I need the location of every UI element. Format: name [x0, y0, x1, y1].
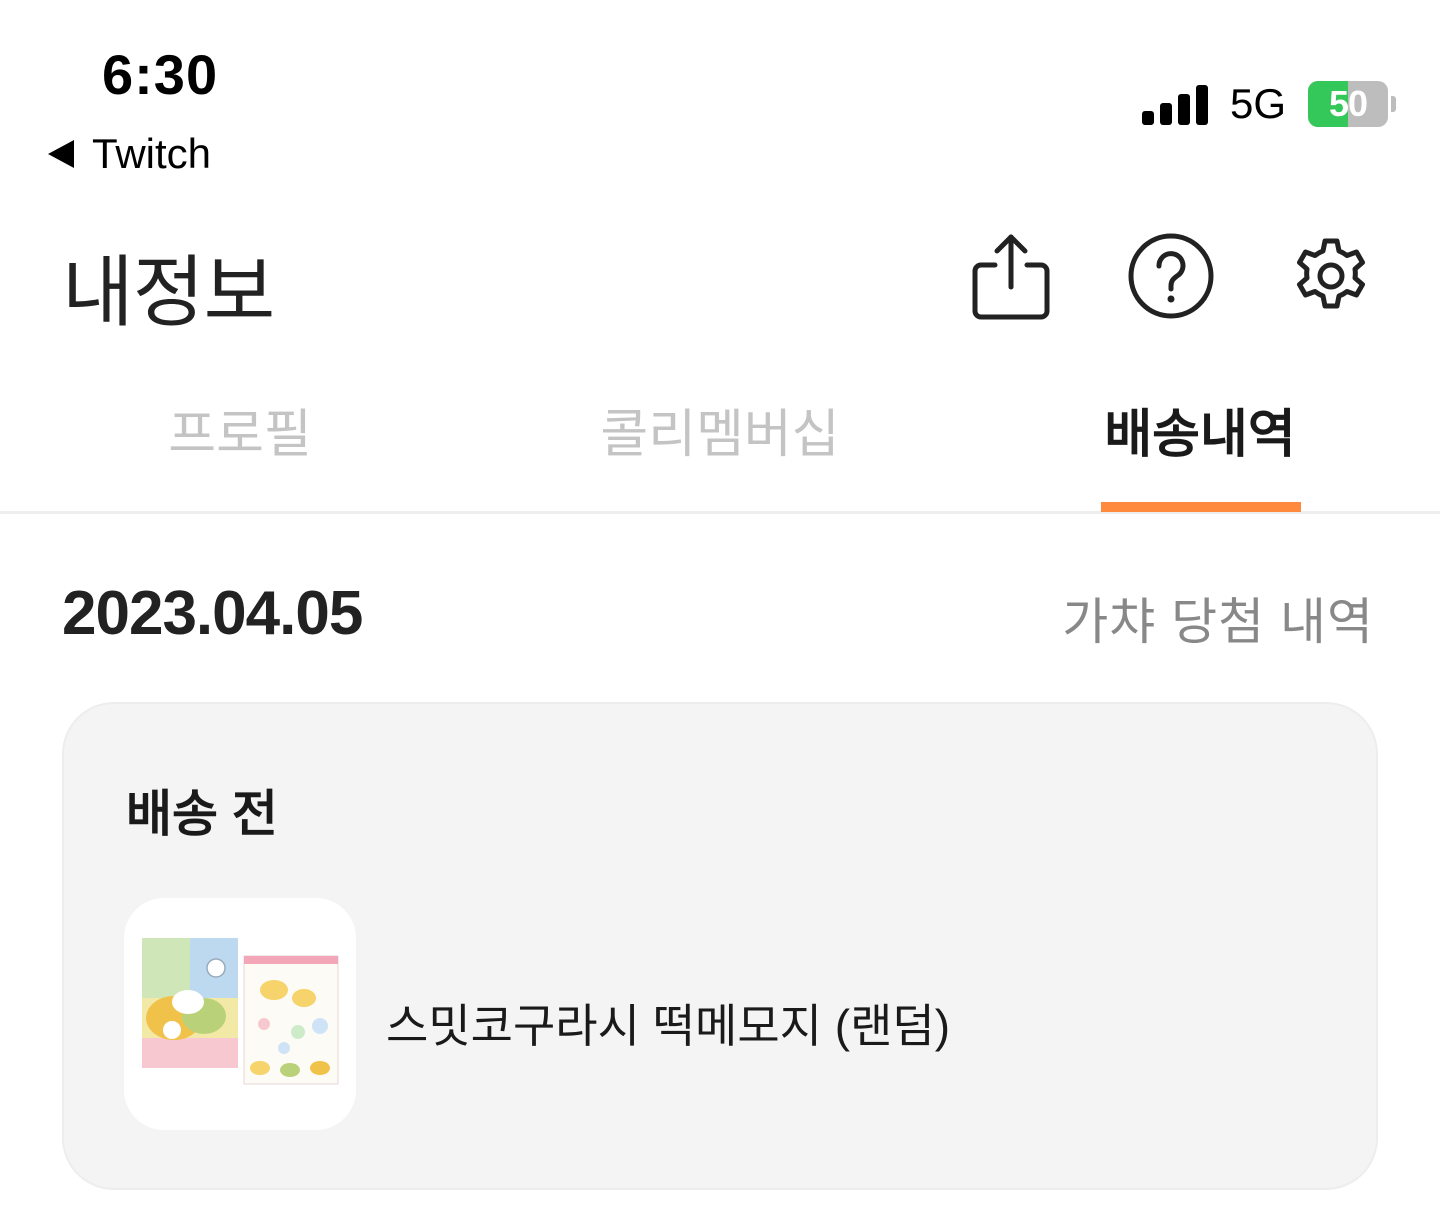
settings-icon [1297, 238, 1365, 309]
share-button[interactable] [966, 230, 1056, 322]
back-to-app-button[interactable]: Twitch [48, 130, 211, 178]
tab-membership[interactable]: 콜리멤버십 [560, 392, 880, 512]
header-actions [966, 230, 1376, 322]
item-name: 스밋코구라시 떡메모지 (랜덤) [386, 1000, 951, 1052]
gacha-history-link[interactable]: 가챠 당첨 내역 [1062, 582, 1374, 654]
tab-delivery-history[interactable]: 배송내역 [1080, 392, 1320, 512]
help-button[interactable] [1126, 230, 1216, 322]
back-arrow-icon [48, 140, 74, 168]
active-tab-indicator [1101, 502, 1301, 512]
delivery-status: 배송 전 [126, 786, 278, 842]
settings-button[interactable] [1286, 230, 1376, 322]
battery-tip [1391, 96, 1396, 112]
cellular-signal-icon [1141, 83, 1208, 125]
network-type: 5G [1229, 80, 1286, 127]
page-title: 내정보 [62, 248, 275, 336]
status-time: 6:30 [102, 43, 219, 106]
battery-percent: 50 [1328, 83, 1368, 124]
screen: 6:30 Twitch 5G 50 내정보 프로필 콜리멤버십 배송내역 202… [0, 0, 1440, 1228]
order-date: 2023.04.05 [62, 579, 363, 648]
tab-bar: 프로필 콜리멤버십 배송내역 [0, 380, 1440, 514]
status-indicators: 5G 50 [1141, 80, 1396, 128]
item-thumbnail [124, 898, 356, 1130]
help-icon [1128, 233, 1214, 319]
battery-icon: 50 [1308, 81, 1396, 127]
memo-pad-product-image [142, 938, 339, 1085]
back-app-label: Twitch [92, 130, 212, 177]
share-icon [972, 234, 1050, 320]
tab-profile[interactable]: 프로필 [140, 392, 340, 512]
delivery-card[interactable]: 배송 전 스밋코구라시 떡메모지 (랜덤) [62, 702, 1378, 1190]
